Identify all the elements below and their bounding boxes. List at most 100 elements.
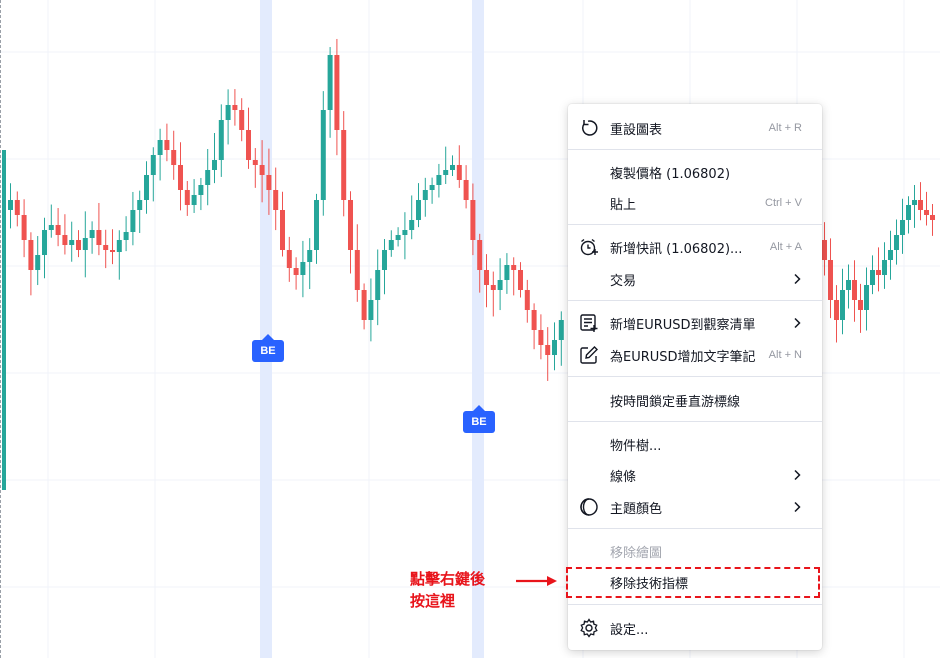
candle-body	[334, 55, 340, 130]
menu-separator	[568, 421, 822, 422]
chevron-right-icon	[794, 469, 801, 481]
candle-body	[852, 280, 857, 300]
candle-body	[320, 110, 326, 200]
candle-body	[545, 345, 551, 355]
candle-body	[882, 260, 887, 275]
candle-body	[280, 210, 285, 250]
menu-item-settings[interactable]: 設定...	[568, 613, 822, 643]
candle-body	[21, 215, 27, 240]
candle-body	[300, 262, 306, 275]
menu-item-add-text-note[interactable]: 為EURUSD增加文字筆記 Alt + N	[568, 340, 822, 370]
candle-body	[164, 140, 170, 150]
candle-body	[382, 250, 387, 270]
menu-separator	[568, 224, 822, 225]
candle-body	[341, 130, 347, 200]
candle-body	[402, 230, 408, 235]
candle-body	[327, 55, 333, 110]
annotation-line-2: 按這裡	[410, 592, 456, 610]
menu-item-lines[interactable]: 線條	[568, 460, 822, 490]
candle-body	[870, 270, 875, 285]
candle-body	[846, 280, 851, 290]
candle-body	[137, 200, 143, 210]
session-highlight	[472, 0, 484, 658]
menu-item-add-alert[interactable]: 新增快訊 (1.06802)... Alt + A	[568, 232, 822, 262]
candle-body	[422, 190, 428, 200]
annotation-arrow-icon	[516, 576, 557, 586]
candle-body	[198, 185, 204, 195]
candle-body	[191, 195, 197, 205]
candle-body	[103, 245, 109, 250]
candle-body	[436, 175, 442, 185]
candle-body	[232, 105, 238, 110]
candle-body	[55, 225, 61, 235]
candle-body	[531, 310, 537, 330]
candle-body	[62, 235, 68, 245]
candle-body	[130, 210, 136, 232]
theme-icon	[578, 496, 600, 518]
candle-body	[450, 165, 455, 170]
add-note-icon	[578, 344, 600, 366]
candle-body	[76, 240, 81, 250]
candle-body	[144, 175, 149, 200]
chevron-right-icon	[794, 501, 801, 513]
candle-body	[484, 270, 489, 285]
candle-body	[416, 200, 421, 220]
menu-item-theme-color[interactable]: 主題顏色	[568, 492, 822, 522]
candle-body	[497, 280, 503, 290]
chevron-right-icon	[794, 273, 801, 285]
candle-body	[96, 230, 102, 245]
menu-item-paste[interactable]: 貼上 Ctrl + V	[568, 188, 822, 218]
menu-separator	[568, 149, 822, 150]
candle-body	[178, 165, 183, 190]
menu-separator	[568, 604, 822, 605]
candle-body	[116, 240, 122, 252]
menu-item-trade[interactable]: 交易	[568, 264, 822, 294]
candle-body	[35, 255, 41, 270]
candle-body	[463, 180, 469, 200]
candle-body	[900, 220, 905, 235]
candle-body	[429, 185, 435, 190]
candle-body	[470, 200, 476, 240]
annotation-text: 點擊右鍵後 按這裡	[410, 568, 485, 612]
menu-item-add-to-watchlist[interactable]: 新增EURUSD到觀察清單	[568, 308, 822, 338]
candle-body	[504, 265, 510, 280]
candle-body	[307, 250, 313, 262]
chevron-right-icon	[794, 317, 801, 329]
candle-body	[69, 240, 75, 245]
candle-body	[225, 105, 231, 120]
menu-item-remove-drawings: 移除繪圖	[610, 545, 663, 561]
candle-body	[123, 232, 129, 240]
be-badge[interactable]: BE	[463, 405, 495, 433]
candle-body	[354, 250, 360, 290]
candle-body	[184, 190, 190, 205]
candle-body	[205, 170, 211, 185]
left-boundary-line	[0, 0, 1, 658]
candle-body	[252, 160, 258, 165]
candle-body	[524, 290, 530, 310]
candle-body	[834, 300, 839, 320]
add-alert-icon	[578, 236, 600, 258]
candle-body	[82, 238, 88, 250]
candle-body	[876, 270, 881, 275]
menu-item-reset-chart[interactable]: 重設圖表 Alt + R	[568, 113, 822, 143]
session-highlight	[260, 0, 272, 658]
menu-item-copy-price[interactable]: 複製價格 (1.06802)	[568, 157, 822, 187]
candle-body	[89, 230, 95, 238]
candle-body	[314, 200, 319, 250]
candle-body	[8, 200, 13, 210]
menu-item-lock-vertical-cursor[interactable]: 按時間鎖定垂直游標線	[568, 385, 822, 415]
reset-icon	[578, 117, 600, 139]
candle-body	[388, 240, 394, 250]
candle-body	[409, 220, 415, 230]
candle-body	[912, 200, 917, 205]
be-badge[interactable]: BE	[252, 334, 284, 362]
candle-body	[348, 200, 353, 250]
annotation-highlight-box	[566, 567, 820, 598]
candle-body	[518, 270, 523, 290]
candle-body	[456, 165, 462, 180]
candle-body	[293, 268, 299, 275]
candle-body	[552, 340, 557, 355]
menu-item-object-tree[interactable]: 物件樹...	[568, 429, 822, 459]
candle-body	[48, 225, 54, 230]
candle-body	[259, 165, 265, 175]
